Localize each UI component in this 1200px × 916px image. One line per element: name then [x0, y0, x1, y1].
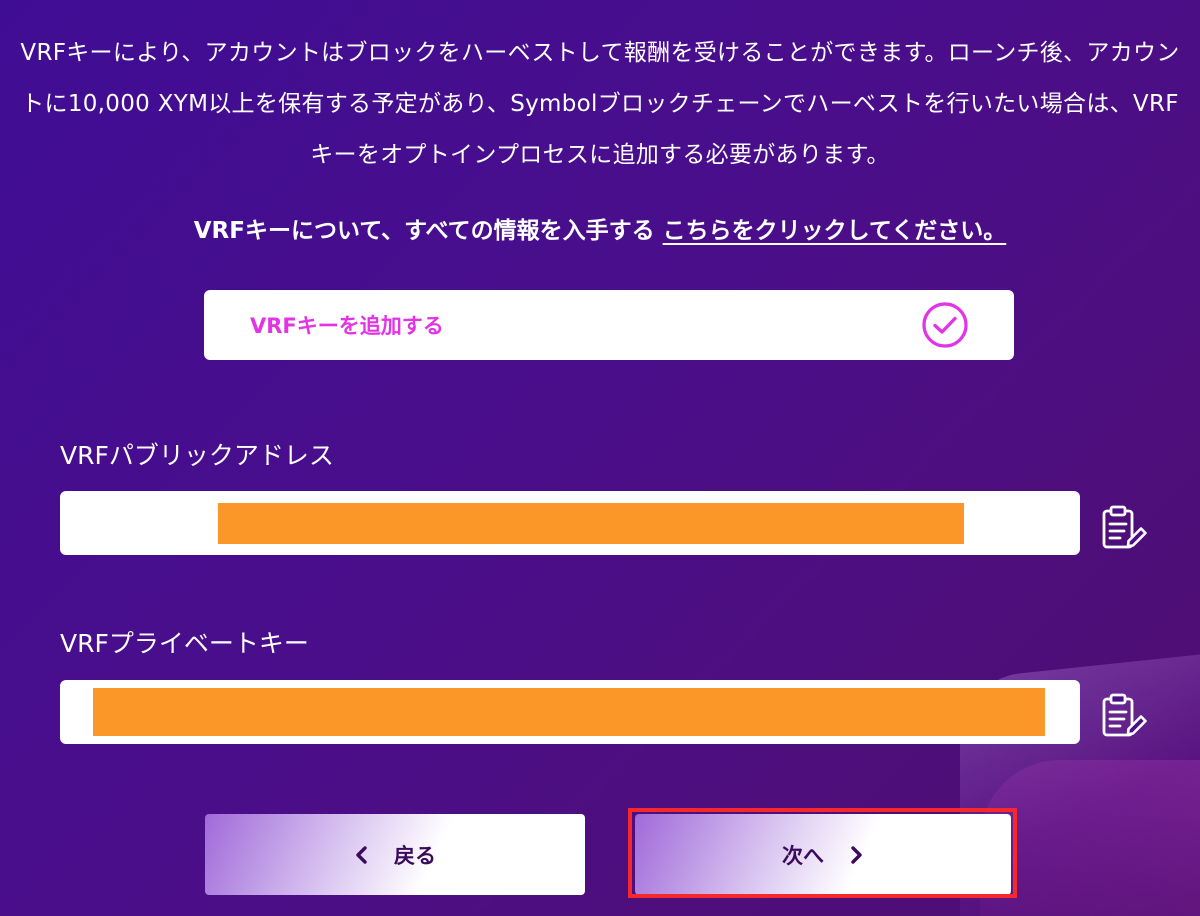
vrf-private-key-label: VRFプライベートキー [60, 629, 309, 658]
next-button-label: 次へ [782, 843, 824, 868]
chevron-right-icon [848, 845, 864, 864]
vrf-description: VRFキーにより、アカウントはブロックをハーベストして報酬を受けることができます… [20, 40, 1180, 168]
check-circle-icon [920, 300, 970, 350]
vrf-info-line: VRFキーについて、すべての情報を入手する こちらをクリックしてください。 [20, 208, 1180, 254]
redacted-value [93, 688, 1045, 736]
add-vrf-key-label: VRFキーを追加する [250, 314, 444, 338]
vrf-private-key-field[interactable] [60, 680, 1080, 744]
vrf-public-address-field[interactable] [60, 491, 1080, 555]
clipboard-edit-icon[interactable] [1098, 502, 1150, 554]
back-button-label: 戻る [394, 843, 436, 868]
vrf-info-text: VRFキーについて、すべての情報を入手する [193, 218, 655, 244]
chevron-left-icon [354, 845, 370, 864]
clipboard-edit-icon[interactable] [1098, 690, 1150, 742]
vrf-public-address-label: VRFパブリックアドレス [60, 441, 334, 470]
redacted-value [218, 503, 964, 544]
background-decoration-inner [980, 760, 1200, 916]
add-vrf-key-toggle[interactable]: VRFキーを追加する [204, 290, 1014, 360]
back-button[interactable]: 戻る [205, 814, 585, 895]
vrf-info-link[interactable]: こちらをクリックしてください。 [663, 218, 1007, 244]
next-button[interactable]: 次へ [635, 814, 1011, 895]
